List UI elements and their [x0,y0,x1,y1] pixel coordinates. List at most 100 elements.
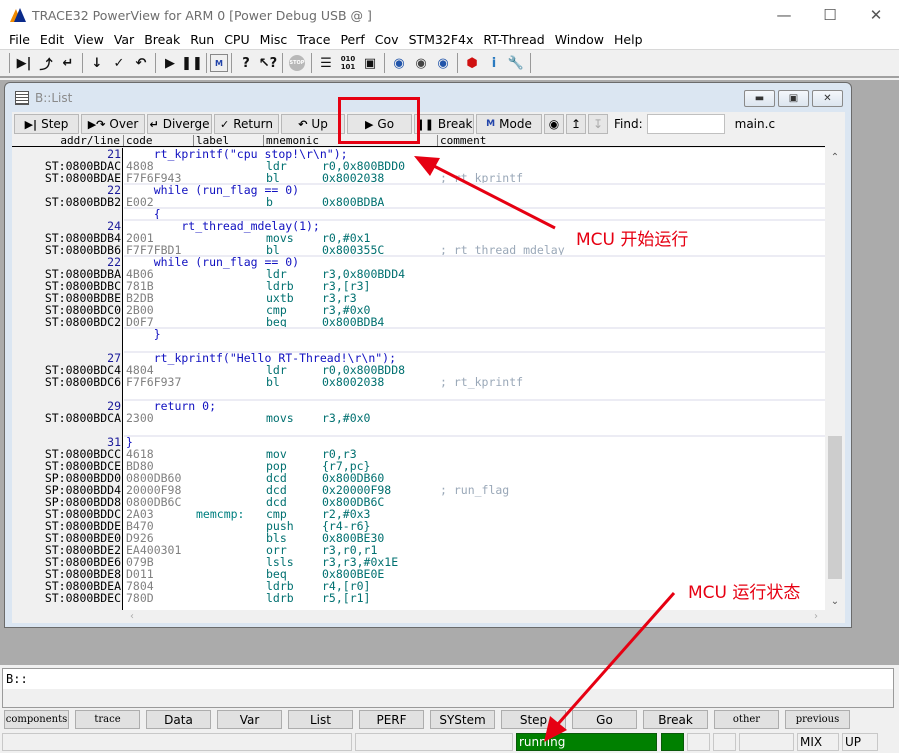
address: ST:0800BDC6 [44,375,121,389]
softkey-break[interactable]: Break [643,710,708,729]
source-listing[interactable]: 21 rt_kprintf("cpu stop!\r\n"); ST:0800BD… [12,148,825,610]
softkey-other[interactable]: other [714,710,779,729]
command-input[interactable]: B:: [3,669,893,689]
return-icon[interactable]: ✓ [108,52,130,74]
menu-help[interactable]: Help [609,32,648,47]
step-icon[interactable]: ▶| [13,52,35,74]
scroll-down-icon[interactable]: ⌄ [827,594,843,610]
col-comment[interactable]: comment [437,135,825,146]
step-over-icon[interactable]: ⤴ [35,52,57,74]
col-code[interactable]: code [123,135,193,146]
horizontal-scrollbar[interactable]: ‹ › [123,610,827,623]
menu-run[interactable]: Run [185,32,219,47]
list-restore-button[interactable]: ▣ [778,90,809,107]
col-addr-line[interactable]: addr/line [12,135,123,146]
list-minimize-button[interactable]: ▬ [744,90,775,107]
menu-break[interactable]: Break [139,32,185,47]
step-button[interactable]: ▶| Step [14,114,79,134]
register-icon[interactable]: ▣ [359,52,381,74]
disassembly-line[interactable]: ST:0800BDC6 F7F6F937 bl 0x8002038 ; rt_kprin… [12,376,825,388]
softkey-previous[interactable]: previous [785,710,850,729]
status-bar: running MIX UP [0,732,899,753]
status-message [2,733,352,751]
menu-trace[interactable]: Trace [292,32,335,47]
softkey-data[interactable]: Data [146,710,211,729]
softkey-components[interactable]: components [4,710,69,729]
toolbar-separator [206,53,207,73]
opcode: 780D [126,591,154,605]
rtos-icon[interactable]: ⬢ [461,52,483,74]
status-field [355,733,513,751]
list-toolbar: ▶| Step ▶↷ Over ↵ Diverge ✓ Return ↶ Up ▶ Go ❚… [12,113,845,135]
source-line[interactable]: } [12,328,825,340]
return-button[interactable]: ✓ Return [214,114,279,134]
find-up-button[interactable]: ↥ [566,114,586,134]
watch-icon[interactable]: ◉ [410,52,432,74]
mnemonic: bl [266,375,280,389]
info-icon[interactable]: i [483,52,505,74]
col-mnemonic[interactable]: mnemonic [263,135,437,146]
mnemonic: movs [266,411,294,425]
menu-rt-thread[interactable]: RT-Thread [478,32,549,47]
up-button[interactable]: ↶ Up [281,114,345,134]
stop-icon[interactable]: STOP [286,52,308,74]
scrollbar-thumb[interactable] [828,436,842,579]
softkey-list[interactable]: List [288,710,353,729]
watch-button[interactable]: ◉ [544,114,564,134]
menu-window[interactable]: Window [550,32,609,47]
over-button[interactable]: ▶↷ Over [81,114,145,134]
scroll-left-icon[interactable]: ‹ [125,610,139,623]
title-bar: TRACE32 PowerView for ARM 0 [Power Debug… [0,0,899,30]
menu-cpu[interactable]: CPU [219,32,254,47]
toolbar-separator [282,53,283,73]
up-icon[interactable]: ↶ [130,52,152,74]
softkey-go[interactable]: Go [572,710,637,729]
menu-misc[interactable]: Misc [255,32,293,47]
softkey-perf[interactable]: PERF [359,710,424,729]
up-icon: ↶ [298,117,308,131]
col-label[interactable]: label [193,135,263,146]
context-help-icon[interactable]: ↖? [257,52,279,74]
find-input[interactable] [646,114,725,134]
softkey-system[interactable]: SYStem [430,710,495,729]
list-window-titlebar[interactable]: B::List [15,91,72,105]
down-icon[interactable]: ↓ [86,52,108,74]
go-icon[interactable]: ▶ [159,52,181,74]
watch-add-icon[interactable]: ◉ [388,52,410,74]
help-icon[interactable]: ? [235,52,257,74]
vertical-scrollbar[interactable]: ⌃ ⌄ [827,148,843,610]
list-close-button[interactable]: ✕ [812,90,843,107]
mode-icon[interactable]: M [210,54,228,72]
diverge-button[interactable]: ↵ Diverge [147,114,212,134]
softkey-trace[interactable]: trace [75,710,140,729]
menu-var[interactable]: Var [109,32,139,47]
mode-button[interactable]: M Mode [476,114,542,134]
list-icon[interactable]: ☰ [315,52,337,74]
break-button[interactable]: ❚❚ Break [414,114,474,134]
break-icon[interactable]: ❚❚ [181,52,203,74]
settings-icon[interactable]: 🔧 [505,52,527,74]
maximize-button[interactable]: ☐ [807,0,853,30]
toolbar-separator [155,53,156,73]
menu-edit[interactable]: Edit [35,32,69,47]
window-title: TRACE32 PowerView for ARM 0 [Power Debug… [32,7,372,23]
menu-file[interactable]: File [4,32,35,47]
menu-perf[interactable]: Perf [335,32,369,47]
diverge-icon[interactable]: ↵ [57,52,79,74]
watch-view-icon[interactable]: ◉ [432,52,454,74]
menu-view[interactable]: View [69,32,109,47]
disassembly-line[interactable]: ST:0800BDCA 2300 movs r3,#0x0 [12,412,825,424]
softkey-step[interactable]: Step [501,710,566,729]
arrow-up-icon: ↥ [570,117,582,131]
find-label: Find: [614,117,643,131]
menu-cov[interactable]: Cov [370,32,404,47]
go-button[interactable]: ▶ Go [347,114,412,134]
dump-icon[interactable]: 010 101 [337,52,359,74]
minimize-button[interactable]: — [761,0,807,30]
scroll-right-icon[interactable]: › [809,610,823,623]
menu-stm32f4x[interactable]: STM32F4x [404,32,479,47]
softkey-var[interactable]: Var [217,710,282,729]
close-button[interactable]: ✕ [853,0,899,30]
scroll-up-icon[interactable]: ⌃ [827,150,843,166]
find-down-button[interactable]: ↧ [588,114,608,134]
